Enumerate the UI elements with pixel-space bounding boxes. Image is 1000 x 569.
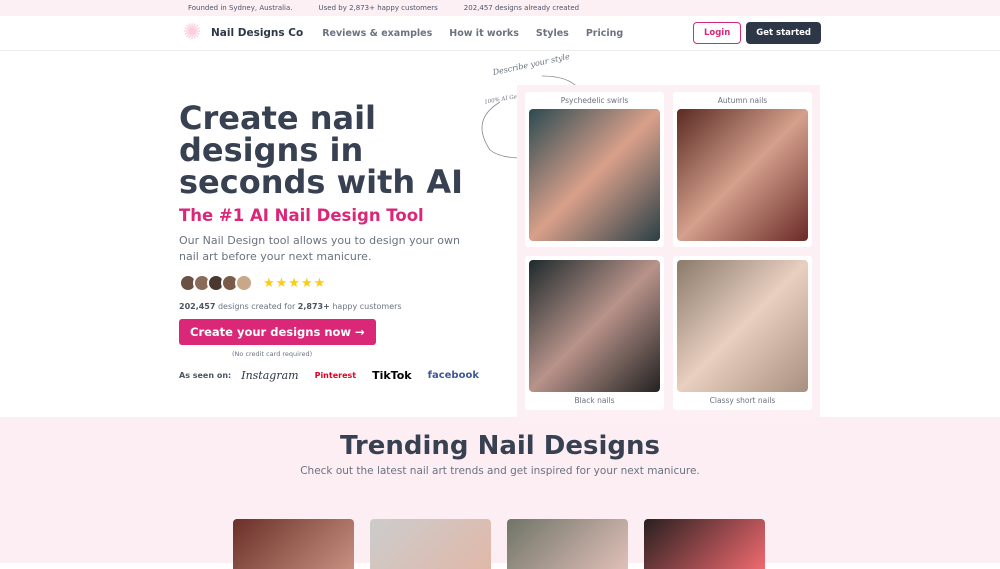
card-label: Autumn nails	[717, 96, 768, 105]
nav-pricing[interactable]: Pricing	[586, 28, 623, 39]
card-label: Classy short nails	[709, 395, 776, 405]
hero-subtitle: The #1 AI Nail Design Tool	[179, 206, 424, 225]
trending-image[interactable]	[233, 519, 354, 569]
social-proof: ★★★★★	[179, 274, 479, 292]
navbar: ✺ Nail Designs Co Reviews & examples How …	[0, 16, 1000, 51]
gallery-card[interactable]: Black nails	[525, 255, 664, 410]
brand-name: Nail Designs Co	[211, 27, 304, 39]
nav-styles[interactable]: Styles	[536, 28, 569, 39]
login-button[interactable]: Login	[692, 22, 742, 44]
gallery-card[interactable]: Classy short nails	[673, 255, 812, 410]
design-gallery: Psychedelic swirls Autumn nails Black na…	[517, 85, 820, 417]
trending-image[interactable]	[644, 519, 765, 569]
tiktok-logo: TikTok	[372, 369, 412, 382]
card-label: Black nails	[574, 395, 615, 405]
topbar-text: 202,457 designs already created	[463, 4, 580, 12]
usage-count: 202,457 designs created for 2,873+ happy…	[179, 302, 402, 311]
trending-subtitle: Check out the latest nail art trends and…	[300, 465, 700, 477]
hero-description: Our Nail Design tool allows you to desig…	[179, 234, 460, 263]
logo-icon: ✺	[183, 20, 202, 45]
as-seen-on: As seen on: Instagram Pinterest TikTok f…	[179, 369, 479, 382]
trending-section: Trending Nail Designs Check out the late…	[0, 417, 1000, 569]
hero-title: Create nail designs in seconds with AI	[179, 99, 463, 201]
brand-logo[interactable]: ✺ Nail Designs Co	[183, 22, 303, 44]
trending-image[interactable]	[507, 519, 628, 569]
topbar-text: Founded in Sydney, Australia.	[188, 4, 293, 12]
no-credit-card-note: (No credit card required)	[232, 350, 313, 358]
hero: Create nail designs in seconds with AI T…	[179, 102, 479, 382]
facebook-logo: facebook	[427, 370, 479, 381]
rating-stars: ★★★★★	[263, 275, 327, 291]
get-started-button[interactable]: Get started	[746, 22, 821, 44]
card-label: Psychedelic swirls	[560, 96, 629, 105]
nail-image	[529, 109, 660, 241]
pinterest-logo: Pinterest	[314, 371, 357, 380]
trending-title: Trending Nail Designs	[340, 431, 660, 461]
as-seen-label: As seen on:	[179, 371, 232, 380]
nav-how-it-works[interactable]: How it works	[449, 28, 519, 39]
gallery-card[interactable]: Autumn nails	[673, 92, 812, 247]
avatar	[235, 274, 253, 292]
gallery-card[interactable]: Psychedelic swirls	[525, 92, 664, 247]
nail-image	[677, 109, 808, 241]
nail-image	[529, 259, 660, 392]
trending-image[interactable]	[370, 519, 491, 569]
topbar-text: Used by 2,873+ happy customers	[318, 4, 438, 12]
nav-reviews[interactable]: Reviews & examples	[322, 28, 432, 39]
create-designs-button[interactable]: Create your designs now →	[179, 319, 376, 345]
top-bar: Founded in Sydney, Australia. Used by 2,…	[0, 0, 1000, 16]
nail-image	[677, 259, 808, 392]
instagram-logo: Instagram	[241, 369, 299, 382]
